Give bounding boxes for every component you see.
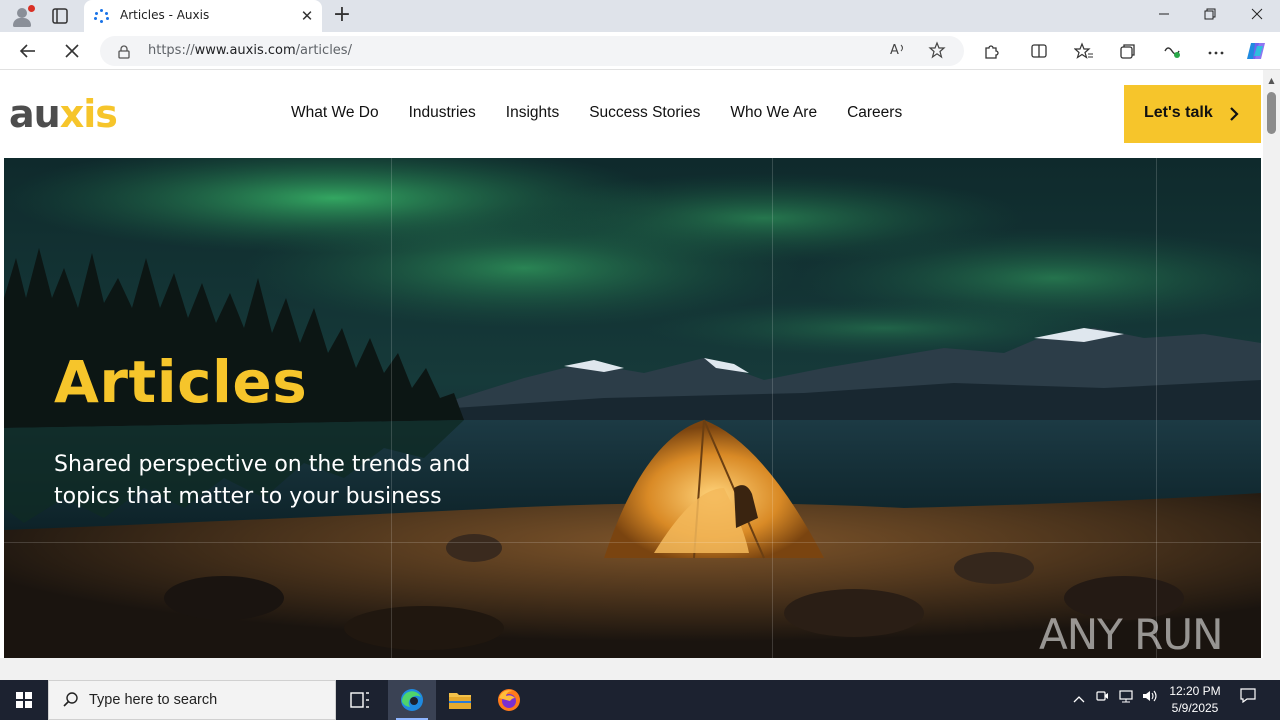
search-icon [63, 692, 78, 707]
vertical-scrollbar[interactable]: ▲ ▼ [1263, 70, 1280, 667]
restore-icon[interactable] [1187, 0, 1233, 32]
firefox-icon[interactable] [485, 680, 533, 720]
tray-overflow-chevron-icon[interactable] [1068, 680, 1090, 720]
hero-gridline [772, 158, 773, 658]
tab-title: Articles - Auxis [120, 8, 210, 22]
hero-subtitle: Shared perspective on the trends and top… [54, 452, 471, 509]
scrollbar-thumb[interactable] [1267, 92, 1276, 134]
split-screen-icon[interactable] [1027, 40, 1051, 62]
clock-date: 5/9/2025 [1171, 701, 1219, 715]
main-navigation: What We Do Industries Insights Success S… [291, 104, 932, 122]
clock-time: 12:20 PM [1169, 684, 1221, 698]
edge-taskbar-icon[interactable] [388, 680, 436, 720]
nav-industries[interactable]: Industries [409, 104, 476, 122]
nav-success-stories[interactable]: Success Stories [589, 104, 700, 122]
site-header: auxis What We Do Industries Insights Suc… [4, 70, 1261, 158]
nav-insights[interactable]: Insights [506, 104, 559, 122]
page-bottom-strip [0, 658, 1280, 680]
network-icon[interactable] [1115, 680, 1137, 720]
page-viewport: auxis What We Do Industries Insights Suc… [0, 70, 1280, 680]
extensions-icon[interactable] [979, 40, 1003, 62]
nav-who-we-are[interactable]: Who We Are [730, 104, 817, 122]
close-window-icon[interactable] [1234, 0, 1280, 32]
copilot-icon[interactable] [1245, 40, 1269, 62]
minimize-icon[interactable] [1141, 0, 1187, 32]
notifications-icon[interactable] [1234, 680, 1262, 720]
taskbar-search-box[interactable]: Type here to search [48, 680, 336, 720]
back-icon[interactable] [14, 38, 42, 64]
nav-what-we-do[interactable]: What We Do [291, 104, 379, 122]
profile-icon[interactable] [9, 4, 35, 28]
browser-toolbar: https://www.auxis.com/articles/ A [0, 32, 1280, 70]
hero-banner: Articles Shared perspective on the trend… [4, 158, 1261, 658]
tab-close-icon[interactable]: ✕ [298, 7, 316, 25]
svg-text:A: A [890, 43, 899, 57]
tab-actions-icon[interactable] [50, 6, 70, 26]
favorites-icon[interactable] [1072, 40, 1096, 62]
read-aloud-icon[interactable]: A [888, 41, 908, 61]
anyrun-watermark: ANY RUN [1039, 610, 1223, 658]
task-view-icon[interactable] [336, 680, 384, 720]
browser-tab-articles[interactable]: Articles - Auxis ✕ [84, 0, 322, 32]
lets-talk-label: Let's talk [1144, 104, 1213, 121]
file-explorer-icon[interactable] [436, 680, 484, 720]
browser-essentials-icon[interactable] [1160, 40, 1184, 62]
windows-taskbar: Type here to search 12:20 PM 5/9/2025 [0, 680, 1280, 720]
collections-icon[interactable] [1116, 40, 1140, 62]
stop-loading-icon[interactable] [58, 38, 86, 64]
volume-icon[interactable] [1139, 680, 1161, 720]
browser-tab-strip: Articles - Auxis ✕ + [0, 0, 1280, 32]
scroll-up-arrow-icon[interactable]: ▲ [1267, 76, 1276, 85]
auxis-logo[interactable]: auxis [9, 92, 118, 136]
favorite-star-icon[interactable] [927, 41, 947, 61]
hero-gridline [391, 158, 392, 658]
loading-favicon-icon [94, 9, 110, 23]
meet-now-icon[interactable] [1092, 680, 1112, 720]
url-text[interactable]: https://www.auxis.com/articles/ [148, 43, 352, 58]
windows-start-icon[interactable] [0, 680, 48, 720]
page-title: Articles [54, 348, 308, 416]
nav-careers[interactable]: Careers [847, 104, 902, 122]
settings-more-icon[interactable] [1204, 40, 1228, 62]
lock-icon[interactable] [118, 44, 130, 59]
hero-gridline [1156, 158, 1157, 658]
address-bar[interactable]: https://www.auxis.com/articles/ A [100, 36, 964, 66]
taskbar-clock[interactable]: 12:20 PM 5/9/2025 [1160, 683, 1230, 717]
hero-gridline [4, 542, 1261, 543]
new-tab-button[interactable]: + [330, 4, 354, 28]
lets-talk-button[interactable]: Let's talk [1124, 85, 1261, 143]
chevron-right-icon [1230, 107, 1239, 121]
search-placeholder: Type here to search [89, 692, 218, 708]
